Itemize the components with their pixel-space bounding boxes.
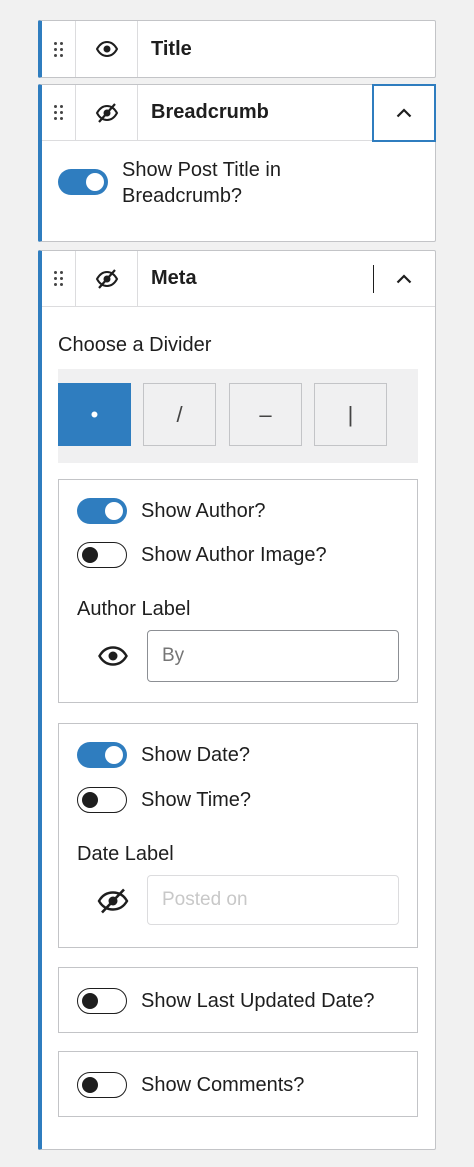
show-post-title-label: Show Post Title in Breadcrumb? [122, 157, 281, 209]
panel-title-label[interactable]: Title [138, 21, 435, 77]
panel-title-header: Title [42, 21, 435, 77]
show-comments-label: Show Comments? [141, 1073, 305, 1096]
show-comments-row: Show Comments? [77, 1072, 304, 1098]
panel-breadcrumb-header: Breadcrumb [42, 84, 436, 142]
eye-icon[interactable] [76, 21, 138, 77]
comments-box: Show Comments? [58, 1051, 418, 1117]
panel-meta-header: Meta [42, 251, 435, 307]
panel-title: Title [38, 20, 436, 78]
show-date-row: Show Date? [77, 742, 250, 768]
divider-dash-button[interactable]: – [229, 383, 302, 446]
show-post-title-label-line1: Show Post Title in [122, 159, 281, 181]
divider-heading: Choose a Divider [58, 334, 212, 356]
header-separator [373, 265, 374, 293]
show-time-label: Show Time? [141, 788, 252, 811]
date-settings-box: Show Date? Show Time? Date Label Posted … [58, 723, 418, 948]
show-post-title-label-line2: Breadcrumb? [122, 185, 243, 207]
eye-slash-icon[interactable] [76, 251, 138, 306]
show-post-title-toggle[interactable] [58, 169, 108, 195]
date-label-input[interactable]: Posted on [147, 875, 399, 925]
chevron-up-icon [396, 108, 412, 118]
divider-slash-button[interactable]: / [143, 383, 216, 446]
show-post-title-row: Show Post Title in Breadcrumb? [58, 157, 281, 209]
show-time-toggle[interactable] [77, 787, 127, 813]
author-label-heading: Author Label [77, 598, 191, 620]
show-author-row: Show Author? [77, 498, 266, 524]
show-date-label: Show Date? [141, 743, 250, 766]
panel-breadcrumb: Breadcrumb Show Post Title in Breadcrumb… [38, 84, 436, 242]
eye-icon[interactable] [97, 640, 129, 672]
show-date-toggle[interactable] [77, 742, 127, 768]
last-updated-box: Show Last Updated Date? [58, 967, 418, 1033]
collapse-button[interactable] [372, 84, 436, 142]
drag-handle-icon[interactable] [42, 251, 76, 306]
show-author-label: Show Author? [141, 499, 266, 522]
author-label-input[interactable]: By [147, 630, 399, 682]
show-time-row: Show Time? [77, 787, 251, 813]
chevron-up-icon [396, 273, 412, 283]
drag-handle-icon[interactable] [42, 21, 76, 77]
eye-slash-icon[interactable] [97, 885, 129, 917]
date-label-heading: Date Label [77, 843, 174, 865]
panel-breadcrumb-label[interactable]: Breadcrumb [138, 85, 372, 140]
show-author-image-toggle[interactable] [77, 542, 127, 568]
show-author-image-row: Show Author Image? [77, 542, 327, 568]
show-last-updated-toggle[interactable] [77, 988, 127, 1014]
divider-pipe-button[interactable]: | [314, 383, 387, 446]
show-comments-toggle[interactable] [77, 1072, 127, 1098]
show-author-toggle[interactable] [77, 498, 127, 524]
panel-meta: Meta Choose a Divider • / – | Show Autho… [38, 250, 436, 1150]
author-settings-box: Show Author? Show Author Image? Author L… [58, 479, 418, 703]
drag-handle-icon[interactable] [42, 85, 76, 140]
show-last-updated-row: Show Last Updated Date? [77, 988, 375, 1014]
show-last-updated-label: Show Last Updated Date? [141, 989, 375, 1012]
divider-button-group: • / – | [58, 369, 418, 463]
collapse-button[interactable] [373, 251, 435, 306]
show-author-image-label: Show Author Image? [141, 543, 327, 566]
divider-dot-button[interactable]: • [58, 383, 131, 446]
panel-meta-label[interactable]: Meta [138, 251, 373, 306]
eye-slash-icon[interactable] [76, 85, 138, 140]
